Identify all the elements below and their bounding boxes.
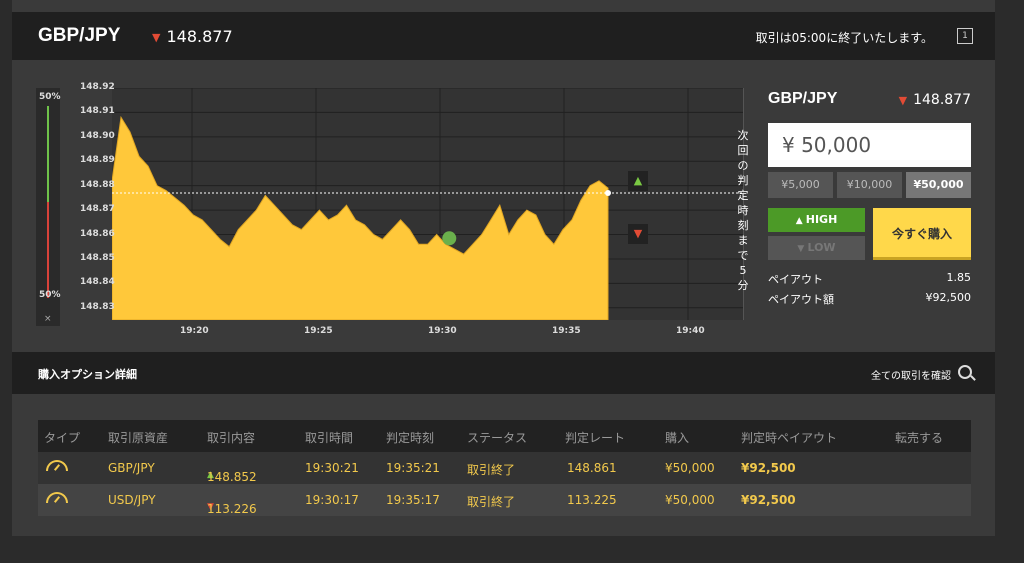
purchase-marker-icon[interactable] xyxy=(442,231,457,246)
cell-time: 19:30:21 xyxy=(305,461,359,475)
col-payout: 判定時ペイアウト xyxy=(741,431,838,445)
cell-asset: GBP/JPY xyxy=(108,461,155,475)
payout-label: ペイアウト xyxy=(768,273,823,286)
trades-table: タイプ 取引原資産 取引内容 取引時間 判定時刻 ステータス 判定レート 購入 … xyxy=(38,420,971,516)
header-pair: GBP/JPY xyxy=(38,25,121,46)
sentiment-top: 50% xyxy=(39,92,61,102)
header-bar: GBP/JPY ▼ 148.877 取引は05:00に終了いたします。 1 xyxy=(12,12,995,60)
y-tick-label: 148.91 xyxy=(80,106,115,117)
up-arrow-icon: ▲ xyxy=(795,216,806,226)
buy-now-button[interactable]: 今すぐ購入 xyxy=(873,208,971,260)
down-arrow-icon: ▼ xyxy=(152,31,161,44)
sentiment-bar: 50% 50% × xyxy=(36,88,61,326)
next-judgement-text: 次回の判定時刻まで5分 xyxy=(737,129,749,292)
payout-amount-label: ペイアウト額 xyxy=(768,293,834,306)
trade-rate-value: 148.877 xyxy=(913,92,971,108)
cell-rate: 113.225 xyxy=(567,493,617,507)
col-rate: 判定レート xyxy=(565,431,626,445)
header-rate: ▼ 148.877 xyxy=(152,27,233,46)
high-button[interactable]: ▲ HIGH xyxy=(768,208,865,232)
header-rate-value: 148.877 xyxy=(166,27,233,46)
view-all-trades-link[interactable]: 全ての取引を確認 xyxy=(871,367,951,382)
close-icon[interactable]: × xyxy=(44,314,52,324)
y-tick-label: 148.88 xyxy=(80,179,115,190)
preset-5000-button[interactable]: ¥5,000 xyxy=(768,172,833,198)
payout-amount-value: ¥92,500 xyxy=(925,291,972,304)
down-arrow-icon: ▼ xyxy=(797,244,808,254)
amount-input[interactable]: ¥ 50,000 xyxy=(768,123,971,167)
purchase-details-bar: 購入オプション詳細 全ての取引を確認 xyxy=(12,352,995,394)
table-header: タイプ 取引原資産 取引内容 取引時間 判定時刻 ステータス 判定レート 購入 … xyxy=(38,420,971,452)
cell-status: 取引終了 xyxy=(467,463,516,477)
y-tick-label: 148.86 xyxy=(80,228,115,239)
trade-pair: GBP/JPY xyxy=(768,90,838,107)
amount-presets: ¥5,000 ¥10,000 ¥50,000 xyxy=(768,172,971,198)
trade-rate: ▼ 148.877 xyxy=(899,92,971,108)
cell-content-value: 113.226 xyxy=(207,502,257,516)
payout-value: 1.85 xyxy=(946,271,972,284)
x-tick-label: 19:20 xyxy=(180,326,209,336)
cell-asset: USD/JPY xyxy=(108,493,156,507)
top-strip xyxy=(12,0,995,12)
preset-50000-button[interactable]: ¥50,000 xyxy=(906,172,971,198)
low-label: LOW xyxy=(807,241,836,254)
cell-status: 取引終了 xyxy=(467,495,516,509)
sentiment-low-bar xyxy=(47,202,49,298)
cell-rate: 148.861 xyxy=(567,461,617,475)
cell-buy: ¥50,000 xyxy=(665,493,715,507)
y-tick-label: 148.89 xyxy=(80,155,115,166)
table-row[interactable]: USD/JPY ▼ 113.226 19:30:17 19:35:17 取引終了… xyxy=(38,484,971,516)
cell-buy: ¥50,000 xyxy=(665,461,715,475)
y-tick-label: 148.85 xyxy=(80,252,115,263)
y-tick-label: 148.90 xyxy=(80,130,115,141)
col-asset: 取引原資産 xyxy=(108,431,169,445)
col-type: タイプ xyxy=(44,431,81,445)
low-marker-icon[interactable]: ▼ xyxy=(628,224,648,244)
price-chart xyxy=(112,88,744,320)
closing-notice: 取引は05:00に終了いたします。 xyxy=(755,31,933,45)
col-resell: 転売する xyxy=(895,431,944,445)
cell-payout: ¥92,500 xyxy=(741,493,796,507)
search-icon[interactable] xyxy=(958,365,972,379)
col-status: ステータス xyxy=(467,431,528,445)
down-arrow-icon: ▼ xyxy=(898,93,908,107)
cell-payout: ¥92,500 xyxy=(741,461,796,475)
y-tick-label: 148.87 xyxy=(80,204,115,215)
sentiment-high-bar xyxy=(47,106,49,202)
x-tick-label: 19:35 xyxy=(552,326,581,336)
preset-10000-button[interactable]: ¥10,000 xyxy=(837,172,902,198)
cell-content-value: 148.852 xyxy=(207,470,257,484)
window-icon[interactable]: 1 xyxy=(957,28,973,44)
cell-judge: 19:35:17 xyxy=(386,493,440,507)
col-buy: 購入 xyxy=(665,431,690,445)
high-label: HIGH xyxy=(805,213,838,226)
current-rate-point xyxy=(605,190,611,197)
y-tick-label: 148.83 xyxy=(80,301,115,312)
table-row[interactable]: GBP/JPY ▲ 148.852 19:30:21 19:35:21 取引終了… xyxy=(38,452,971,484)
gauge-icon xyxy=(46,460,68,471)
col-content: 取引内容 xyxy=(207,431,256,445)
y-tick-label: 148.84 xyxy=(80,277,115,288)
col-judge: 判定時刻 xyxy=(386,431,435,445)
payout-row: ペイアウト 1.85 xyxy=(768,271,971,287)
y-tick-label: 148.92 xyxy=(80,82,115,92)
cell-time: 19:30:17 xyxy=(305,493,359,507)
sentiment-bottom: 50% xyxy=(39,290,61,300)
low-button[interactable]: ▼ LOW xyxy=(768,236,865,260)
high-marker-icon[interactable]: ▲ xyxy=(628,171,648,191)
gauge-icon xyxy=(46,492,68,503)
x-tick-label: 19:30 xyxy=(428,326,457,336)
x-tick-label: 19:40 xyxy=(676,326,705,336)
cell-judge: 19:35:21 xyxy=(386,461,440,475)
col-time: 取引時間 xyxy=(305,431,354,445)
payout-amount-row: ペイアウト額 ¥92,500 xyxy=(768,291,971,307)
section-title: 購入オプション詳細 xyxy=(38,368,137,381)
x-tick-label: 19:25 xyxy=(304,326,333,336)
